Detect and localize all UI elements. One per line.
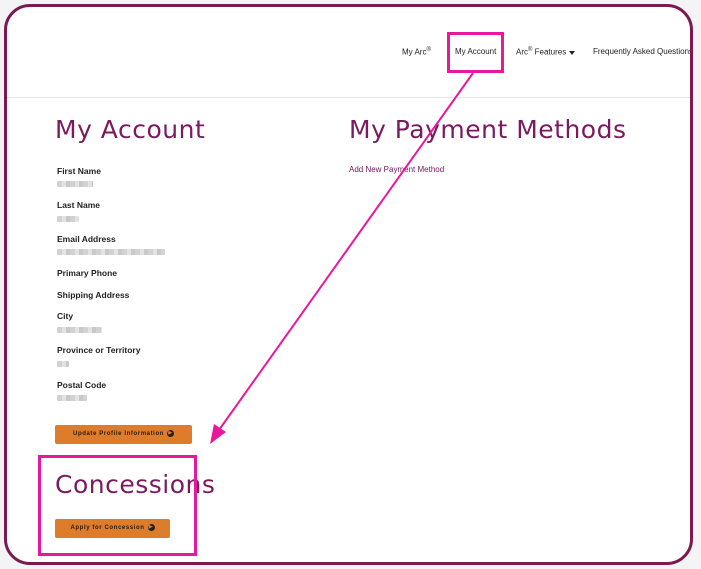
browser-frame: My Arc® My Account Arc® Features Frequen… (4, 4, 693, 565)
annotation-arrow (210, 72, 474, 444)
arrow-head-icon (210, 424, 226, 444)
arrow-line (218, 72, 474, 431)
